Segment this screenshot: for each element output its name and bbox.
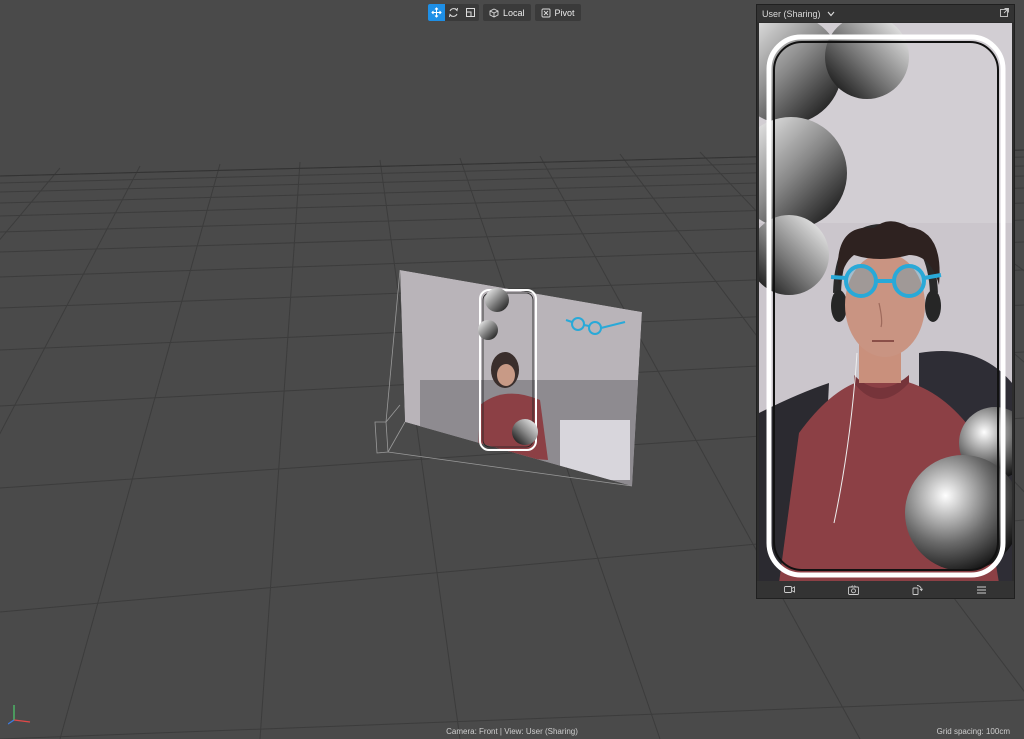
rotate-icon [449, 7, 458, 18]
popout-icon[interactable] [1000, 8, 1009, 19]
preview-screen[interactable] [759, 23, 1012, 583]
pivot-icon [541, 8, 550, 17]
camera-image-plane [400, 270, 642, 486]
scale-tool-button[interactable] [462, 4, 479, 21]
move-tool-button[interactable] [428, 4, 445, 21]
pivot-button[interactable]: Pivot [534, 4, 581, 21]
rotate-device-icon[interactable] [909, 581, 926, 598]
capture-icon[interactable] [845, 581, 862, 598]
local-space-button[interactable]: Local [483, 4, 531, 21]
preview-footer [757, 581, 1014, 598]
move-icon [431, 7, 442, 18]
transform-tool-group [428, 4, 479, 21]
rotate-tool-button[interactable] [445, 4, 462, 21]
axis-gizmo-icon [8, 705, 31, 725]
record-icon[interactable] [781, 581, 798, 598]
grid-spacing-text: Grid spacing: 100cm [936, 727, 1010, 736]
cube-icon [489, 7, 499, 18]
chevron-down-icon[interactable] [827, 9, 835, 19]
pivot-label: Pivot [554, 7, 575, 18]
local-space-label: Local [503, 7, 525, 18]
preview-image [759, 23, 1012, 583]
menu-icon[interactable] [973, 581, 990, 598]
preview-title: User (Sharing) [762, 8, 821, 19]
transform-toolbar: Local Pivot [428, 4, 581, 21]
scale-icon [466, 8, 475, 17]
preview-header: User (Sharing) [757, 5, 1014, 22]
preview-panel: User (Sharing) [756, 4, 1015, 599]
